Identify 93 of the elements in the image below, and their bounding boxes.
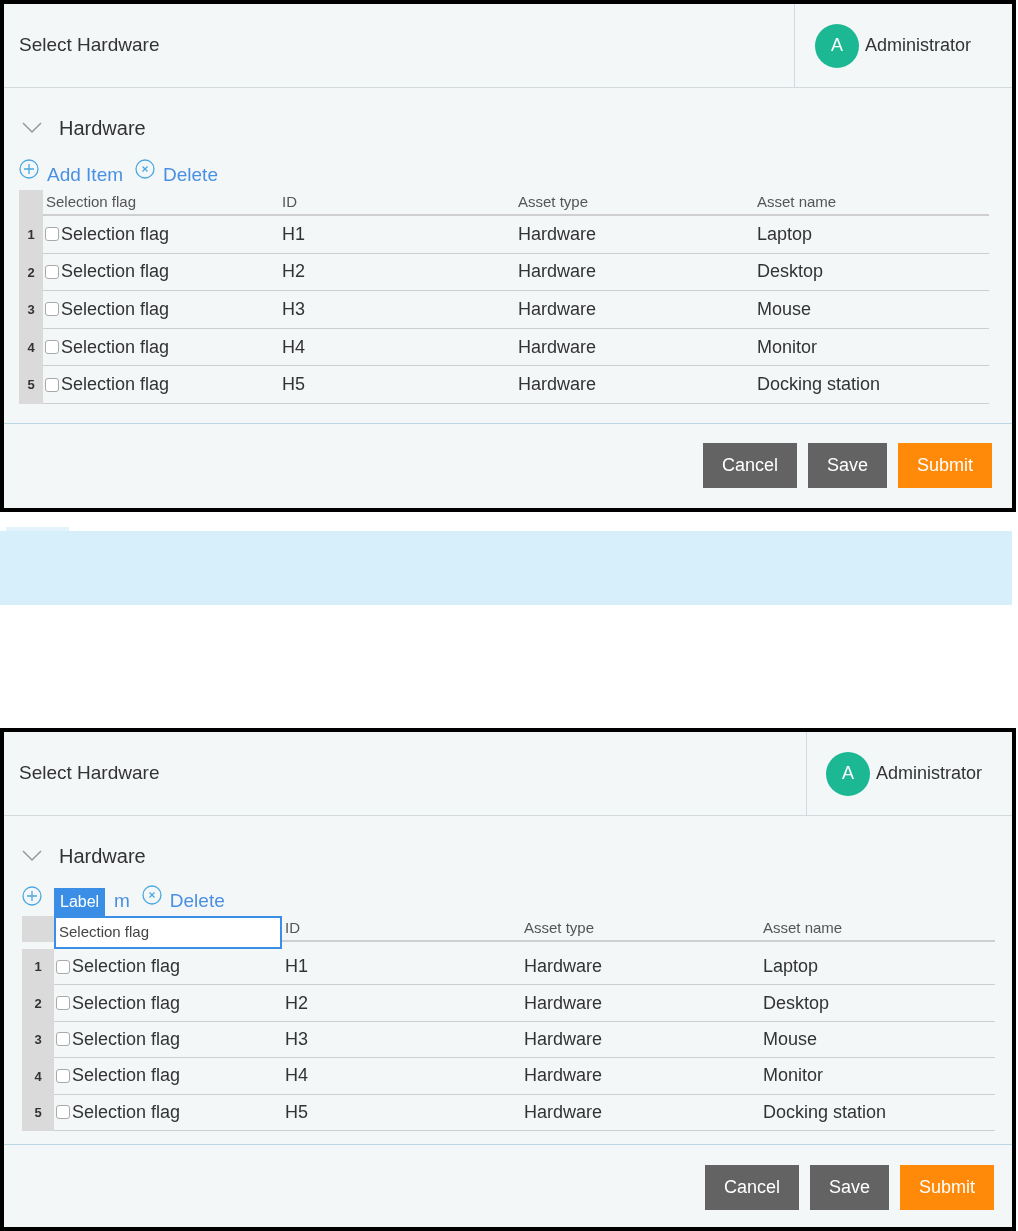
table-cell-text: H4 [285,1064,308,1088]
submit-button[interactable]: Submit [899,1165,994,1210]
row-number: 2 [22,985,54,1022]
table-cell-text: H5 [282,373,305,397]
row-header-corner [22,916,54,942]
column-header: ID [282,916,521,942]
user-name: Administrator [865,34,972,57]
checkbox[interactable] [45,227,59,242]
checkbox[interactable] [45,377,59,392]
column-header: Asset name [754,190,989,216]
user-name: Administrator [876,762,983,785]
checkbox-label: Selection flag [72,1064,181,1088]
cancel-button[interactable]: Cancel [702,443,797,488]
checkbox-label: Selection flag [61,373,170,397]
user-avatar: A [815,23,859,68]
table-cell-text: H3 [285,1027,308,1051]
delete-link[interactable]: Delete [141,886,225,916]
row-number: 3 [19,291,43,329]
table-cell-text: H3 [282,298,305,321]
window-title: Select Hardware [18,761,161,786]
checkbox[interactable] [45,264,59,279]
row-number: 1 [19,216,43,254]
table-cell-text: Hardware [518,260,597,284]
cancel-button[interactable]: Cancel [704,1165,799,1210]
plus-circle-icon [19,158,39,179]
checkbox[interactable] [56,1068,70,1083]
row-number: 2 [19,253,43,292]
table-cell-text: H4 [282,335,305,359]
column-header: Asset type [515,190,754,216]
add-item-link[interactable]: m [114,886,130,916]
row-header-corner [19,190,43,216]
checkbox[interactable] [56,996,70,1011]
row-number: 5 [22,1094,54,1131]
column-header: Asset name [760,916,995,942]
checkbox[interactable] [45,302,59,317]
table-cell-text: H2 [285,991,308,1015]
table-cell-text: Mouse [757,298,812,321]
delete-link[interactable]: Delete [135,160,218,190]
table-cell-text: H1 [285,955,308,979]
column-header: Asset type [521,916,760,942]
checkbox-label: Selection flag [61,260,170,284]
close-circle-icon [141,884,162,905]
window-title: Select Hardware [18,33,161,58]
table-cell-text: Hardware [518,222,597,246]
checkbox[interactable] [45,340,59,355]
table-cell-text: Hardware [524,1027,603,1051]
submit-button[interactable]: Submit [897,443,992,488]
table-cell-text: Monitor [757,335,818,359]
checkbox-label: Selection flag [72,1100,181,1124]
table-cell-text: Hardware [518,335,597,359]
table-cell-text: Laptop [757,222,813,246]
table-cell-text: Laptop [763,955,819,979]
table-cell-text: H5 [285,1100,308,1124]
table-cell-text: Hardware [524,1064,603,1088]
column-header: Selection flag [43,190,279,216]
save-button[interactable]: Save [807,443,887,488]
table-cell-text: Monitor [763,1064,824,1088]
row-number: 5 [19,366,43,404]
checkbox-label: Selection flag [72,991,181,1015]
table-cell-text: H1 [282,222,305,246]
table-cell-text: Hardware [524,1100,603,1124]
checkbox-label: Selection flag [72,1027,181,1051]
checkbox[interactable] [56,1032,70,1047]
checkbox-label: Selection flag [61,335,170,359]
save-button[interactable]: Save [809,1165,889,1210]
checkbox[interactable] [56,959,70,974]
table-cell-text: Hardware [518,298,597,321]
add-item-link[interactable]: Add Item [19,160,124,190]
table-cell-text: Hardware [524,955,603,979]
close-circle-icon [135,158,156,179]
checkbox-label: Selection flag [72,955,181,979]
table-cell-text: Hardware [518,373,597,397]
checkbox-label: Selection flag [61,298,170,321]
table-cell-text: Docking station [757,373,881,397]
row-number: 1 [22,949,54,986]
table-cell-text: Hardware [524,991,603,1015]
tab-strip [6,527,69,531]
section-title: Hardware [59,116,146,141]
label-badge: Label [54,888,106,916]
checkbox-label: Selection flag [61,222,170,246]
table-cell-text: Mouse [763,1027,818,1051]
table-cell-text: H2 [282,260,305,284]
table-cell-text: Desktop [757,260,824,284]
row-number: 4 [22,1058,54,1095]
row-number: 4 [19,328,43,367]
user-avatar: A [826,751,870,796]
row-number: 3 [22,1021,54,1059]
table-cell-text: Desktop [763,991,830,1015]
checkbox[interactable] [56,1105,70,1120]
column-header: ID [279,190,515,216]
plus-circle-icon [22,886,42,906]
section-title: Hardware [59,844,146,869]
table-cell-text: Docking station [763,1100,887,1124]
